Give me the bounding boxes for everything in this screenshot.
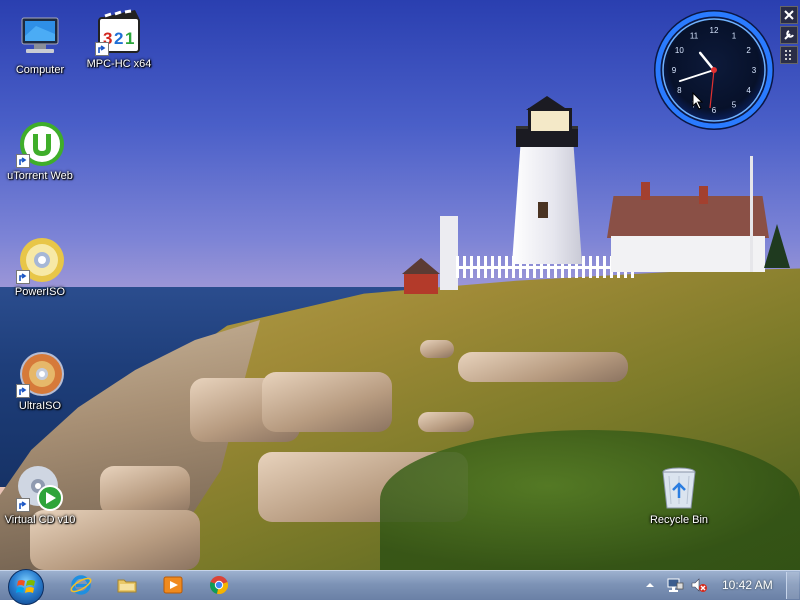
clock-numeral: 2 — [746, 46, 751, 55]
recycle-bin-icon — [655, 464, 703, 512]
flag-pole — [750, 156, 753, 272]
media-player-icon[interactable] — [162, 574, 184, 596]
file-explorer-icon[interactable] — [116, 574, 138, 596]
clock-gadget[interactable]: 121234567891011 — [650, 6, 778, 134]
volume-muted-icon[interactable] — [690, 576, 708, 594]
desktop-icon-computer[interactable]: Computer — [0, 14, 80, 77]
virtual-cd-icon — [16, 464, 64, 512]
poweriso-icon — [16, 236, 64, 284]
clock-numeral: 12 — [710, 26, 719, 35]
rock — [262, 372, 392, 432]
red-shed — [402, 258, 440, 294]
chrome-icon[interactable] — [208, 574, 230, 596]
desktop-icon-label: uTorrent Web — [7, 170, 73, 182]
drag-grip-icon[interactable] — [780, 46, 798, 64]
utorrent-icon — [16, 120, 64, 168]
rock — [100, 466, 190, 516]
shortcut-arrow-icon — [16, 270, 30, 284]
ultraiso-icon — [16, 350, 64, 398]
lighthouse — [510, 96, 584, 264]
shrubs — [380, 430, 800, 570]
desktop-icon-virtual-cd[interactable]: Virtual CD v10 — [0, 464, 80, 527]
internet-explorer-icon[interactable] — [70, 574, 92, 596]
clock-numeral: 5 — [732, 101, 737, 110]
network-icon[interactable] — [666, 576, 684, 594]
mpc-hc-icon: 3 2 1 — [95, 8, 143, 56]
keepers-house — [607, 182, 769, 272]
rock — [418, 412, 474, 432]
show-hidden-icons-arrow[interactable] — [644, 578, 656, 592]
close-icon[interactable] — [780, 6, 798, 24]
shortcut-arrow-icon — [16, 384, 30, 398]
gadget-controls — [780, 6, 798, 66]
clock-numeral: 6 — [712, 106, 717, 115]
clock-numeral: 3 — [752, 66, 757, 75]
desktop-icon-ultraiso[interactable]: UltraISO — [0, 350, 80, 413]
taskbar-clock[interactable]: 10:42 AM — [722, 578, 773, 592]
desktop-icon-label: PowerISO — [14, 286, 66, 298]
clock-numeral: 11 — [690, 31, 699, 40]
desktop-icon-label: Virtual CD v10 — [4, 514, 76, 526]
clock-numeral: 4 — [746, 86, 751, 95]
clock-face: 121234567891011 — [654, 10, 774, 130]
taskbar: 10:42 AM — [0, 569, 800, 605]
shortcut-arrow-icon — [95, 42, 109, 56]
computer-icon — [16, 14, 64, 62]
clock-numeral: 10 — [675, 46, 684, 55]
desktop-icon-mpc-hc[interactable]: 3 2 1 MPC-HC x64 — [79, 8, 159, 71]
desktop-icon-label: UltraISO — [18, 400, 62, 412]
desktop-icon-utorrent[interactable]: uTorrent Web — [0, 120, 80, 183]
clock-numeral: 1 — [732, 31, 737, 40]
show-desktop-button[interactable] — [786, 572, 799, 599]
desktop-icon-recycle-bin[interactable]: Recycle Bin — [639, 464, 719, 527]
shortcut-arrow-icon — [16, 154, 30, 168]
windows-logo-icon — [16, 580, 35, 593]
svg-text:1: 1 — [125, 29, 134, 48]
desktop-icon-poweriso[interactable]: PowerISO — [0, 236, 80, 299]
wrench-icon[interactable] — [780, 26, 798, 44]
desktop-icon-label: Recycle Bin — [649, 514, 709, 526]
mouse-cursor-icon — [692, 92, 704, 110]
clock-numeral: 9 — [672, 66, 677, 75]
shortcut-arrow-icon — [16, 498, 30, 512]
rock — [420, 340, 454, 358]
desktop-icon-label: MPC-HC x64 — [86, 58, 152, 70]
clock-numeral: 8 — [677, 86, 682, 95]
desktop-icon-label: Computer — [15, 64, 65, 76]
rock — [458, 352, 628, 382]
whitewashed-building — [440, 216, 458, 290]
svg-text:2: 2 — [114, 29, 123, 48]
